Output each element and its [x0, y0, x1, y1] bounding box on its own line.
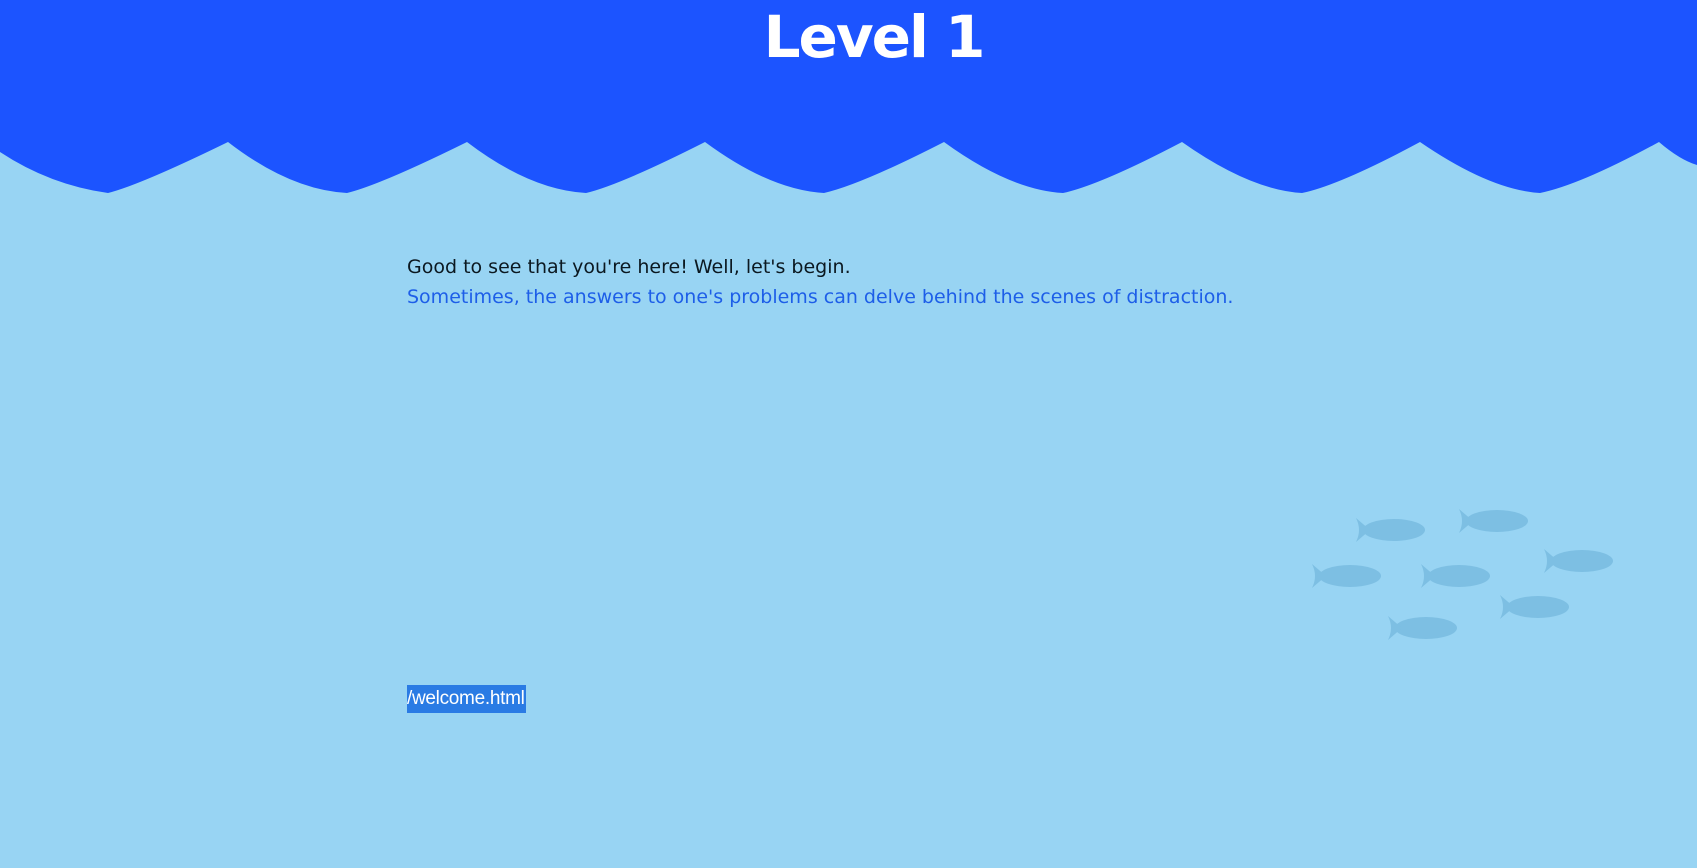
hint-text: Sometimes, the answers to one's problems…: [407, 286, 1234, 308]
hidden-link-selected[interactable]: /welcome.html: [407, 685, 526, 713]
fish-school-icon: [1312, 509, 1613, 640]
intro-text: Good to see that you're here! Well, let'…: [407, 256, 851, 278]
page: Level 1 Good to see that you're here! We…: [0, 0, 1697, 868]
page-title: Level 1: [763, 3, 986, 71]
